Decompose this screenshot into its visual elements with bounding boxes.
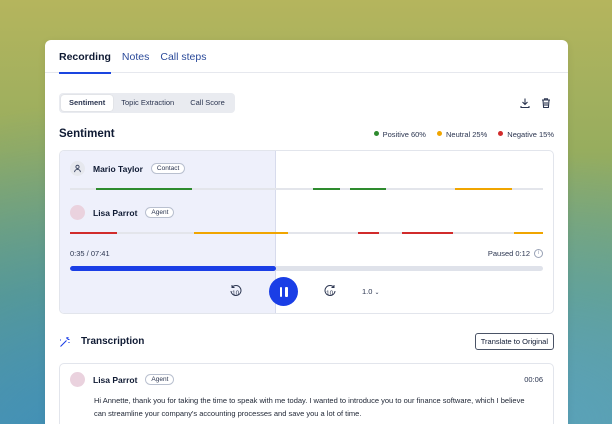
tab-bar: Recording Notes Call steps: [45, 40, 568, 74]
pause-icon: [279, 286, 282, 297]
sentiment-title: Sentiment: [59, 128, 115, 140]
neutral-segment: [514, 232, 543, 234]
neutral-dot-icon: [436, 131, 442, 137]
toolbar: Sentiment Topic Extraction Call Score: [59, 92, 554, 114]
tab-notes[interactable]: Notes: [122, 40, 149, 73]
negative-segment: [358, 232, 379, 234]
legend-label: Neutral: [445, 129, 471, 139]
pause-icon: [285, 286, 288, 297]
legend-neutral: Neutral 25%: [436, 129, 488, 139]
speaker-role-badge: Agent: [145, 207, 175, 218]
speaker-role-badge: Agent: [145, 374, 175, 385]
playback-controls: 10 10 1.0 ⌄: [60, 277, 553, 307]
paused-label: Paused 0:12: [487, 249, 530, 258]
speaker-contact: Mario Taylor Contact: [70, 161, 186, 176]
agent-sentiment-track: [70, 232, 543, 234]
legend-negative: Negative 15%: [498, 130, 554, 139]
legend-positive: Positive 60%: [373, 129, 426, 139]
segment-sentiment[interactable]: Sentiment: [61, 95, 114, 111]
sentiment-legend: Positive 60% Neutral 25% Negative 15%: [373, 129, 554, 139]
neutral-segment: [455, 188, 512, 190]
rewind-seconds: 10: [232, 290, 240, 297]
message-text: Hi Annette, thank you for taking the tim…: [94, 396, 525, 418]
legend-label: Negative: [507, 129, 537, 139]
message-header: Lisa Parrot Agent 00:06: [70, 372, 543, 387]
negative-dot-icon: [498, 131, 504, 137]
tab-call-steps[interactable]: Call steps: [160, 40, 206, 73]
timeline-info: 0:35 / 07:41 Paused 0:12 i: [70, 249, 543, 258]
negative-segment: [402, 232, 453, 234]
forward-10-button[interactable]: 10: [322, 283, 338, 301]
contact-sentiment-track: [70, 188, 543, 190]
transcript-message: Lisa Parrot Agent 00:06 Hi Annette, than…: [59, 363, 554, 424]
transcription-title-group: Transcription: [59, 336, 144, 348]
tab-recording[interactable]: Recording: [59, 40, 111, 74]
agent-avatar: [70, 205, 85, 220]
neutral-segment: [194, 232, 288, 234]
speed-value: 1.0: [362, 287, 373, 296]
legend-value: 60%: [410, 129, 426, 139]
negative-segment: [70, 232, 117, 234]
positive-dot-icon: [373, 131, 379, 137]
segment-call-score[interactable]: Call Score: [182, 95, 233, 111]
translate-button[interactable]: Translate to Original: [474, 333, 554, 350]
positive-segment: [313, 188, 340, 190]
speaker-name: Lisa Parrot: [93, 374, 138, 385]
speed-select[interactable]: 1.0 ⌄: [362, 287, 380, 296]
segment-control: Sentiment Topic Extraction Call Score: [59, 93, 235, 113]
trash-icon[interactable]: [540, 97, 552, 109]
rewind-10-button[interactable]: 10: [228, 283, 244, 301]
speaker-name: Lisa Parrot: [93, 207, 138, 218]
legend-value: 15%: [538, 129, 554, 139]
agent-avatar: [70, 372, 85, 387]
elapsed-time: 0:35 / 07:41: [70, 249, 110, 258]
recording-card: Recording Notes Call steps Sentiment Top…: [45, 40, 568, 424]
chevron-down-icon: ⌄: [374, 290, 380, 296]
paused-status: Paused 0:12 i: [488, 249, 543, 258]
magic-wand-icon: [60, 336, 70, 347]
forward-seconds: 10: [326, 290, 334, 297]
progress-fill: [70, 266, 277, 271]
sentiment-panel: Mario Taylor Contact Lisa Parrot Agent 0…: [59, 150, 554, 314]
positive-segment: [350, 188, 386, 190]
positive-segment: [96, 188, 192, 190]
person-icon: [70, 161, 85, 176]
transcription-header: Transcription Translate to Original: [59, 333, 554, 350]
info-icon[interactable]: i: [534, 249, 543, 258]
legend-value: 25%: [472, 129, 488, 139]
legend-label: Positive: [382, 129, 409, 139]
speaker-name: Mario Taylor: [93, 163, 143, 174]
transcription-title: Transcription: [81, 336, 145, 347]
download-icon[interactable]: [519, 97, 531, 109]
pause-button[interactable]: [269, 277, 298, 306]
segment-topic-extraction[interactable]: Topic Extraction: [113, 95, 182, 111]
toolbar-actions: [519, 97, 552, 109]
message-speaker: Lisa Parrot Agent: [70, 372, 175, 387]
speaker-agent: Lisa Parrot Agent: [70, 205, 175, 220]
progress-bar[interactable]: [70, 266, 543, 271]
message-timestamp: 00:06: [524, 375, 543, 384]
sentiment-header: Sentiment Positive 60% Neutral 25% Negat…: [59, 128, 554, 140]
speaker-role-badge: Contact: [150, 163, 186, 174]
